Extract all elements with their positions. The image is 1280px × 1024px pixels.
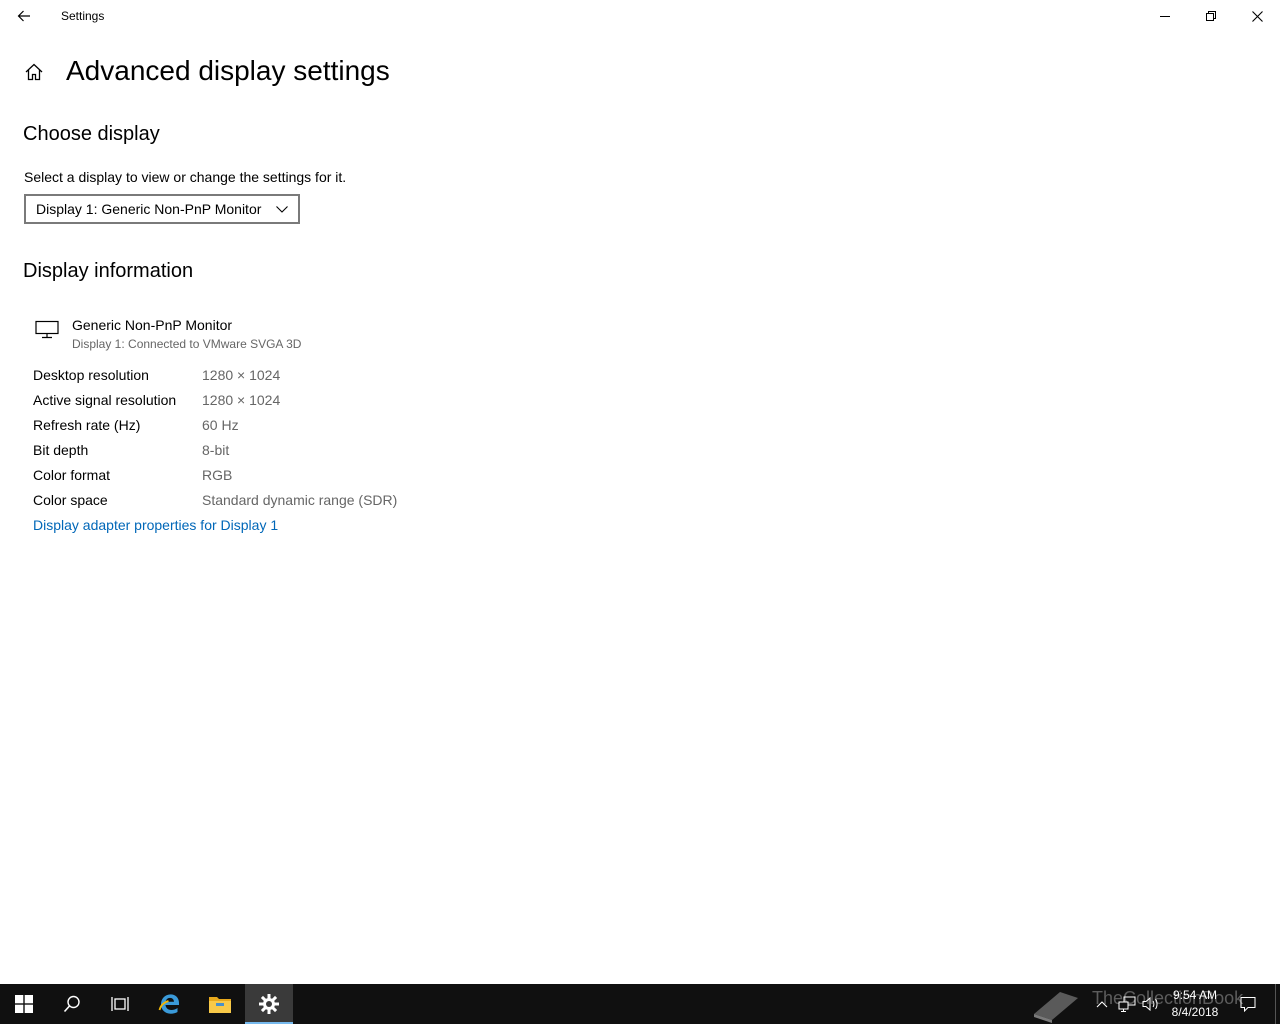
minimize-icon — [1160, 16, 1170, 17]
minimize-button[interactable] — [1142, 0, 1188, 32]
chevron-up-icon — [1096, 1001, 1108, 1008]
settings-icon — [259, 994, 279, 1014]
task-view-icon — [111, 997, 129, 1011]
page-title: Advanced display settings — [66, 55, 390, 86]
info-label: Refresh rate (Hz) — [33, 417, 141, 433]
choose-display-heading: Choose display — [23, 123, 160, 145]
display-select-dropdown[interactable]: Display 1: Generic Non-PnP Monitor — [24, 194, 300, 224]
info-row-refresh-rate: Refresh rate (Hz) 60 Hz — [33, 416, 453, 441]
info-value: 8-bit — [202, 442, 230, 458]
file-explorer-icon — [209, 997, 231, 1013]
edge-button[interactable] — [146, 984, 194, 1024]
volume-icon — [1142, 996, 1158, 1012]
window-title: Settings — [61, 9, 105, 23]
info-value: 1280 × 1024 — [202, 392, 281, 408]
display-info-table: Desktop resolution 1280 × 1024 Active si… — [33, 366, 453, 516]
search-icon — [63, 995, 80, 1013]
network-button[interactable] — [1116, 984, 1138, 1024]
info-value: 1280 × 1024 — [202, 367, 281, 383]
taskbar-clock[interactable]: 9:54 AM 8/4/2018 — [1164, 987, 1226, 1021]
edge-icon — [158, 994, 179, 1014]
info-row-active-signal-resolution: Active signal resolution 1280 × 1024 — [33, 391, 453, 416]
task-view-button[interactable] — [96, 984, 144, 1024]
display-select-value: Display 1: Generic Non-PnP Monitor — [36, 201, 262, 217]
clock-date: 8/4/2018 — [1171, 1005, 1219, 1019]
display-adapter-properties-link[interactable]: Display adapter properties for Display 1 — [33, 517, 278, 533]
back-arrow-icon — [17, 10, 30, 22]
search-button[interactable] — [48, 984, 96, 1024]
info-value: RGB — [202, 467, 233, 483]
title-bar: Settings — [0, 0, 1280, 32]
home-button[interactable] — [20, 58, 48, 86]
monitor-name: Generic Non-PnP Monitor — [72, 317, 233, 333]
file-explorer-button[interactable] — [196, 984, 244, 1024]
choose-display-description: Select a display to view or change the s… — [24, 169, 347, 185]
monitor-connection: Display 1: Connected to VMware SVGA 3D — [72, 337, 302, 351]
info-label: Color space — [33, 492, 108, 508]
info-label: Desktop resolution — [33, 367, 149, 383]
info-row-color-space: Color space Standard dynamic range (SDR) — [33, 491, 453, 516]
close-icon — [1251, 10, 1263, 22]
chevron-down-icon — [276, 206, 288, 213]
monitor-icon — [35, 320, 59, 339]
restore-button[interactable] — [1188, 0, 1234, 32]
settings-taskbar-button[interactable] — [245, 984, 293, 1024]
close-button[interactable] — [1234, 0, 1280, 32]
home-icon — [25, 63, 43, 81]
info-value: Standard dynamic range (SDR) — [202, 492, 398, 508]
info-label: Bit depth — [33, 442, 89, 458]
clock-time: 9:54 AM — [1172, 988, 1218, 1002]
back-button[interactable] — [8, 0, 40, 32]
display-information-heading: Display information — [23, 260, 194, 282]
info-row-desktop-resolution: Desktop resolution 1280 × 1024 — [33, 366, 453, 391]
network-icon — [1118, 996, 1136, 1012]
info-value: 60 Hz — [202, 417, 239, 433]
start-icon — [15, 995, 33, 1013]
show-hidden-icons-button[interactable] — [1094, 984, 1110, 1024]
show-desktop-button[interactable] — [1275, 984, 1276, 1024]
book-watermark-icon — [1034, 992, 1078, 1023]
notification-icon — [1240, 997, 1256, 1012]
taskbar: TheCollectionBook 9:54 AM 8/4/2018 — [0, 984, 1280, 1024]
volume-button[interactable] — [1140, 984, 1162, 1024]
action-center-button[interactable] — [1234, 984, 1262, 1024]
info-row-bit-depth: Bit depth 8-bit — [33, 441, 453, 466]
info-label: Color format — [33, 467, 111, 483]
info-row-color-format: Color format RGB — [33, 466, 453, 491]
info-label: Active signal resolution — [33, 392, 177, 408]
restore-icon — [1206, 11, 1216, 21]
start-button[interactable] — [0, 984, 48, 1024]
